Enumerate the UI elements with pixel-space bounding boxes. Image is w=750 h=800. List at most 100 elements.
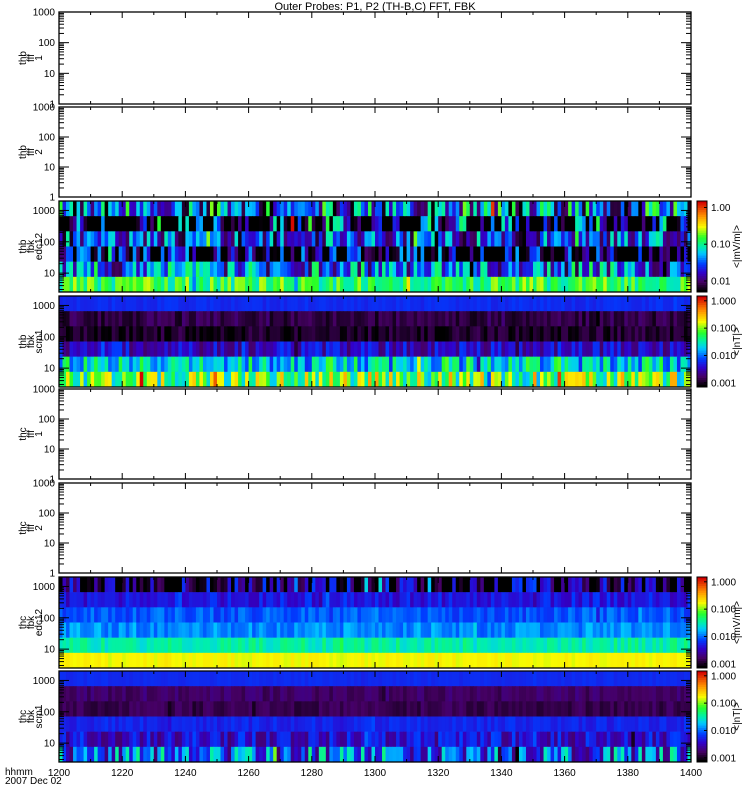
heat-cell <box>550 731 555 748</box>
heat-cell <box>97 637 102 654</box>
heat-cell <box>259 201 264 217</box>
heat-cell <box>259 246 264 262</box>
heat-cell <box>634 296 639 312</box>
heat-cell <box>603 261 608 278</box>
heat-cell <box>364 276 369 293</box>
heat-cell <box>666 276 671 293</box>
heat-cell <box>613 261 618 278</box>
heat-cell <box>431 371 436 388</box>
heat-cell <box>157 326 162 342</box>
heat-cell <box>673 231 678 247</box>
heat-cell <box>80 637 85 654</box>
heat-cell <box>290 637 295 654</box>
heat-cell <box>518 686 523 702</box>
heat-cell <box>115 201 120 217</box>
heat-cell <box>645 577 650 593</box>
heat-cell <box>252 622 257 638</box>
heat-cell <box>490 686 495 702</box>
heat-cell <box>248 341 253 357</box>
heat-cell <box>424 341 429 357</box>
heat-cell <box>227 246 232 262</box>
heat-cell <box>101 652 106 669</box>
heat-cell <box>199 371 204 388</box>
heat-cell <box>206 216 211 232</box>
heat-cell <box>466 637 471 654</box>
heat-cell <box>610 701 615 717</box>
heat-cell <box>652 356 657 373</box>
colorbar-swatch <box>697 282 707 286</box>
heat-cell <box>483 592 488 608</box>
heat-cell <box>192 216 197 232</box>
heat-cell <box>227 592 232 608</box>
heat-cell <box>188 276 193 293</box>
heat-cell <box>301 701 306 717</box>
heat-cell <box>108 231 113 247</box>
heat-cell <box>104 311 109 327</box>
heat-cell <box>178 341 183 357</box>
heat-cell <box>438 671 443 687</box>
heat-cell <box>360 371 365 388</box>
heat-cell <box>585 371 590 388</box>
colorbar-swatch <box>697 631 707 635</box>
colorbar-swatch <box>697 595 707 598</box>
heat-cell <box>73 216 78 232</box>
heat-cell <box>624 246 629 262</box>
heat-cell <box>655 607 660 623</box>
heat-cell <box>217 261 222 278</box>
heat-cell <box>455 276 460 293</box>
heat-cell <box>350 652 355 669</box>
heat-cell <box>431 607 436 623</box>
heat-cell <box>511 246 516 262</box>
heat-cell <box>575 231 580 247</box>
heat-cell <box>217 671 222 687</box>
heat-cell <box>399 326 404 342</box>
heat-cell <box>515 607 520 623</box>
heat-cell <box>69 231 74 247</box>
heat-cell <box>332 652 337 669</box>
heat-cell <box>188 216 193 232</box>
heat-cell <box>606 652 611 669</box>
colorbar-3: 1.000.100.01<|mV/m|> <box>696 200 743 293</box>
heat-cell <box>462 671 467 687</box>
colorbar-tick-label: 0.01 <box>711 276 731 287</box>
heat-cell <box>382 296 387 312</box>
heat-cell <box>504 652 509 669</box>
heat-cell <box>139 311 144 327</box>
heat-cell <box>231 716 236 732</box>
heat-cell <box>582 326 587 342</box>
heat-cell <box>392 311 397 327</box>
heat-cell <box>673 652 678 669</box>
heat-cell <box>146 671 151 687</box>
heat-cell <box>613 701 618 717</box>
heat-cell <box>427 311 432 327</box>
heat-cell <box>160 231 165 247</box>
heat-cell <box>469 216 474 232</box>
heat-cell <box>146 341 151 357</box>
heat-cell <box>125 231 130 247</box>
heat-cell <box>325 356 330 373</box>
heat-cell <box>199 622 204 638</box>
heat-cell <box>424 577 429 593</box>
heat-cell <box>624 231 629 247</box>
heat-cell <box>101 296 106 312</box>
colorbar-swatch <box>697 642 707 646</box>
y-tick-label: 10 <box>44 645 56 656</box>
heat-cell <box>669 592 674 608</box>
heat-cell <box>195 371 200 388</box>
heat-cell <box>108 607 113 623</box>
heat-cell <box>97 607 102 623</box>
heat-cell <box>174 716 179 732</box>
heat-cell <box>543 326 548 342</box>
heat-cell <box>294 261 299 278</box>
heat-cell <box>315 671 320 687</box>
heat-cell <box>662 231 667 247</box>
heat-cell <box>101 341 106 357</box>
heat-cell <box>550 716 555 732</box>
heat-cell <box>445 577 450 593</box>
heat-cell <box>269 216 274 232</box>
heat-cell <box>157 577 162 593</box>
heat-cell <box>213 216 218 232</box>
heat-cell <box>399 637 404 654</box>
heat-cell <box>269 671 274 687</box>
heat-cell <box>596 671 601 687</box>
